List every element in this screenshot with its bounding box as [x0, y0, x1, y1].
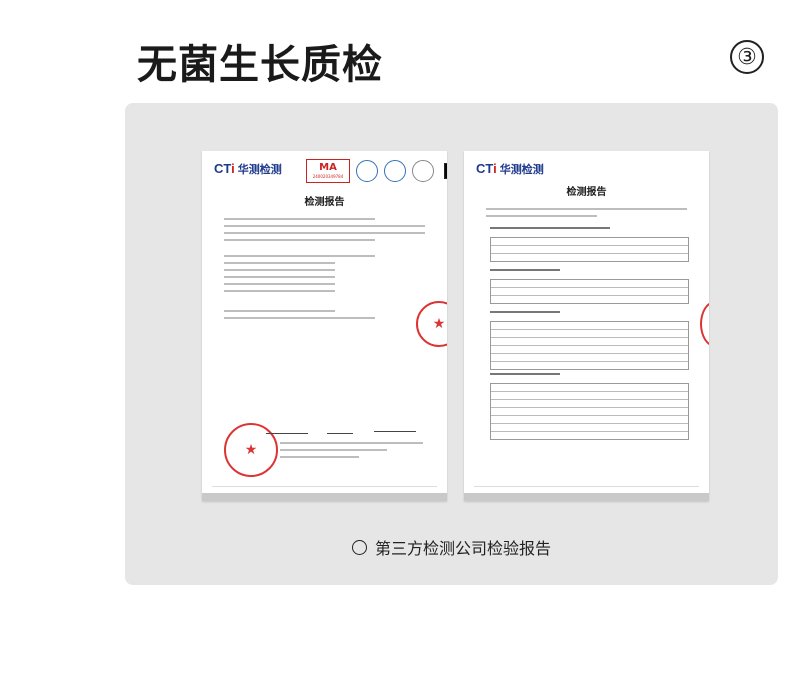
official-seal-icon — [700, 301, 709, 347]
report-body-text — [224, 213, 425, 324]
result-table — [490, 279, 689, 304]
section-heading — [490, 373, 560, 375]
result-table — [490, 321, 689, 370]
qr-code-icon — [444, 163, 447, 179]
section-heading — [490, 227, 610, 229]
cti-logo: CTi 华测检测 — [214, 161, 282, 176]
ilac-mra-icon — [356, 160, 378, 182]
cti-logo: CTi 华测检测 — [476, 161, 544, 176]
report-heading: 检测报告 — [566, 187, 607, 198]
circle-icon — [351, 539, 367, 555]
page-edge — [202, 493, 447, 501]
cnas-icon — [384, 160, 406, 182]
certification-badges: MA 240020349784 — [306, 159, 447, 183]
signature — [266, 421, 308, 434]
report-panel: CTi 华测检测 MA 240020349784 检测报告 ★ ★ CTi 华测… — [125, 103, 778, 585]
cma-mark: MA 240020349784 — [306, 159, 350, 183]
signature — [374, 419, 416, 432]
accreditation-icon — [412, 160, 434, 182]
footer-divider — [212, 486, 437, 487]
report-page-1: CTi 华测检测 MA 240020349784 检测报告 ★ ★ — [202, 151, 447, 501]
report-caption: 第三方检测公司检验报告 — [125, 535, 778, 559]
report-page-2: CTi 华测检测 检测报告 — [464, 151, 709, 501]
report-heading: 检测报告 — [304, 197, 345, 208]
page-title: 无菌生长质检 — [137, 42, 383, 88]
signature — [327, 421, 353, 434]
signature-captions — [280, 437, 423, 463]
report-body-text — [486, 203, 687, 222]
footer-divider — [474, 486, 699, 487]
result-table — [490, 383, 689, 440]
section-heading — [490, 269, 560, 271]
page-edge — [464, 493, 709, 501]
section-heading — [490, 311, 560, 313]
caption-text: 第三方检测公司检验报告 — [374, 539, 551, 558]
result-table — [490, 237, 689, 262]
step-badge: ③ — [730, 40, 764, 74]
